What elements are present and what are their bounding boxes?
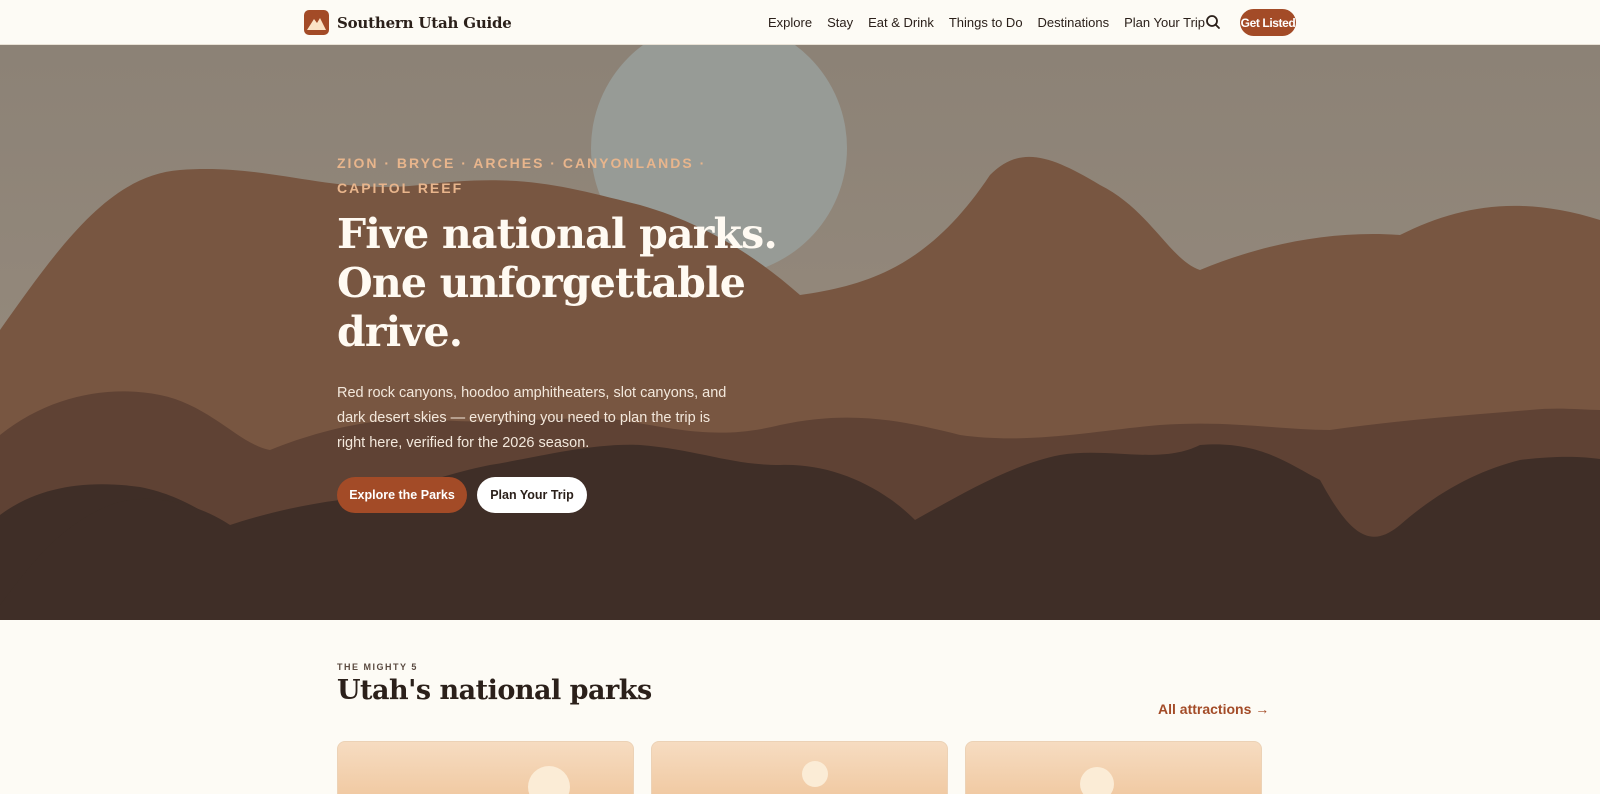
mountain-logo-icon (304, 10, 329, 35)
explore-parks-button[interactable]: Explore the Parks (337, 477, 467, 513)
hero-title: Five national parks. One unforgettable d… (337, 210, 778, 356)
site-header: Southern Utah Guide Explore Stay Eat & D… (0, 0, 1600, 45)
section-title: Utah's national parks (337, 675, 652, 706)
plan-trip-button[interactable]: Plan Your Trip (477, 477, 587, 513)
park-card[interactable] (337, 741, 634, 794)
all-attractions-link[interactable]: All attractions → (1158, 701, 1269, 717)
desert-landscape-illustration (0, 45, 1600, 620)
nav-item-stay[interactable]: Stay (827, 15, 853, 30)
nav-item-explore[interactable]: Explore (768, 15, 812, 30)
sun-illustration-icon (1080, 767, 1114, 794)
brand-name: Southern Utah Guide (337, 13, 512, 32)
sun-illustration-icon (802, 761, 828, 787)
get-listed-button[interactable]: Get Listed (1240, 9, 1296, 36)
hero-eyebrow: ZION · BRYCE · ARCHES · CANYONLANDS · CA… (337, 155, 707, 196)
hero-subtitle: Red rock canyons, hoodoo amphitheaters, … (337, 385, 727, 451)
nav-item-eat-drink[interactable]: Eat & Drink (868, 15, 934, 30)
nav-item-plan-your-trip[interactable]: Plan Your Trip (1124, 15, 1205, 30)
hero-section: ZION · BRYCE · ARCHES · CANYONLANDS · CA… (0, 45, 1600, 620)
sun-illustration-icon (528, 766, 570, 794)
nav-item-things-to-do[interactable]: Things to Do (949, 15, 1023, 30)
site-logo[interactable]: Southern Utah Guide (304, 10, 512, 35)
nav-item-destinations[interactable]: Destinations (1038, 15, 1110, 30)
park-card[interactable] (965, 741, 1262, 794)
section-eyebrow: THE MIGHTY 5 (337, 662, 418, 672)
main-nav: Explore Stay Eat & Drink Things to Do De… (768, 0, 1220, 44)
search-icon[interactable] (1204, 13, 1222, 31)
park-card[interactable] (651, 741, 948, 794)
